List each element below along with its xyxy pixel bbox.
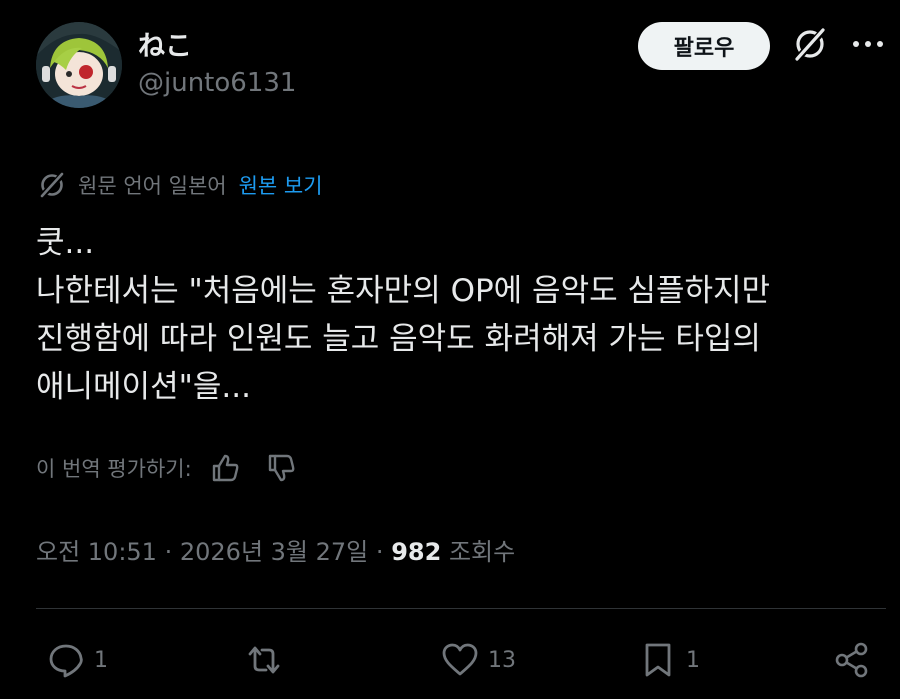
reply-icon [49,644,83,678]
share-icon [835,642,868,678]
grok-icon[interactable] [790,24,830,64]
grok-translate-icon [40,172,65,198]
tweet-line: 나한테서는 "처음에는 혼자만의 OP에 음악도 심플하지만 [36,273,771,309]
rate-translation-label: 이 번역 평가하기: [36,457,192,481]
translation-note: 원문 언어 일본어 [78,174,227,198]
more-options-icon[interactable] [848,32,888,56]
retweet-button[interactable] [244,636,292,684]
tweet-time[interactable]: 오전 10:51 [36,538,157,566]
avatar[interactable] [36,22,122,108]
views-count: 982 [391,538,442,566]
divider [36,608,886,609]
like-button[interactable]: 13 [440,636,516,684]
tweet-meta: 오전 10:51 · 2026년 3월 27일 · 982 조회수 [36,532,515,567]
tweet-line: 진행함에 따라 인원도 늘고 음악도 화려해져 가는 타입의 [36,321,761,357]
retweet-icon [248,646,280,674]
user-handle[interactable]: @junto6131 [138,68,296,98]
reply-count: 1 [94,647,108,673]
reply-button[interactable]: 1 [46,636,108,684]
rate-translation: 이 번역 평가하기: [36,448,318,488]
follow-button[interactable]: 팔로우 [638,22,770,70]
tweet-date[interactable]: 2026년 3월 27일 [180,538,368,566]
bookmark-icon [645,643,671,677]
like-count: 13 [488,647,516,673]
thumbs-down-icon[interactable] [262,449,300,487]
meta-separator: · [375,538,384,566]
share-button[interactable] [832,636,872,684]
show-original-link[interactable]: 원본 보기 [239,170,323,200]
translation-notice: 원문 언어 일본어 원본 보기 [36,168,323,202]
meta-separator: · [164,538,173,566]
bookmark-count: 1 [686,647,700,673]
bookmark-button[interactable]: 1 [638,636,700,684]
views-label: 조회수 [448,538,516,566]
thumbs-up-icon[interactable] [206,449,244,487]
tweet-line: 애니메이션"을... [36,369,251,405]
display-name[interactable]: ねこ [138,24,192,63]
tweet-line: 쿳... [36,225,95,261]
heart-icon [442,643,478,676]
tweet-text: 쿳... 나한테서는 "처음에는 혼자만의 OP에 음악도 심플하지만 진행함에… [36,219,886,411]
